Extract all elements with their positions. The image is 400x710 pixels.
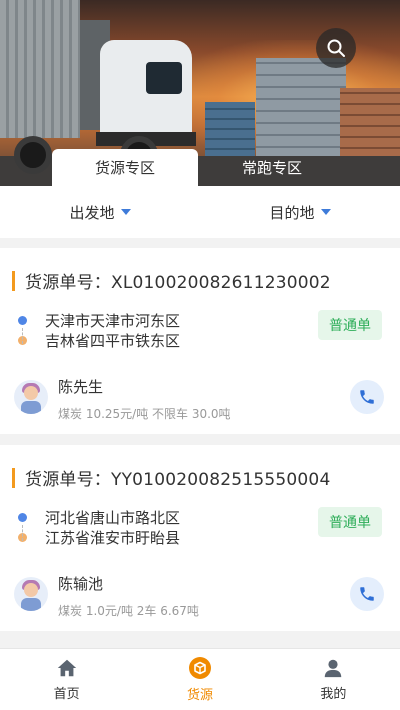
origin-text: 河北省唐山市路北区 <box>45 508 181 527</box>
cargo-card[interactable]: 货源单号：XL010020082611230002 天津市天津市河东区 吉林省四… <box>0 248 400 434</box>
filter-bar: 出发地 目的地 <box>0 186 400 238</box>
caret-down-icon <box>320 209 331 215</box>
contact-name: 陈先生 <box>58 378 104 396</box>
truck-trailer <box>0 0 80 138</box>
truck-window <box>146 62 182 94</box>
tab-regular-route-zone[interactable]: 常跑专区 <box>198 149 346 186</box>
nav-cargo[interactable]: 货源 <box>133 649 266 710</box>
title-accent-bar <box>12 467 15 488</box>
origin-dot-icon <box>18 512 27 522</box>
phone-icon <box>360 587 374 601</box>
cargo-detail: 煤炭 10.25元/吨 不限车 30.0吨 <box>58 407 231 421</box>
route-origin: 天津市天津市河东区 <box>18 310 180 330</box>
route: 河北省唐山市路北区 江苏省淮安市盱眙县 <box>18 507 180 547</box>
destination-text: 吉林省四平市铁东区 <box>45 331 181 350</box>
tab-cargo-zone[interactable]: 货源专区 <box>52 149 198 186</box>
avatar <box>14 380 48 414</box>
route: 天津市天津市河东区 吉林省四平市铁东区 <box>18 310 180 350</box>
home-icon <box>57 659 76 677</box>
order-type-badge: 普通单 <box>318 310 382 340</box>
title-accent-bar <box>12 270 15 291</box>
destination-filter[interactable]: 目的地 <box>200 186 400 238</box>
avatar <box>14 577 48 611</box>
contact-info: 陈先生 煤炭 10.25元/吨 不限车 30.0吨 <box>14 376 231 422</box>
cargo-icon <box>188 657 211 679</box>
caret-down-icon <box>120 209 131 215</box>
cargo-order-number: 货源单号：YY010020082515550004 <box>25 470 331 490</box>
call-button[interactable] <box>350 577 384 611</box>
search-icon <box>327 39 345 57</box>
zone-tabs: 货源专区 常跑专区 <box>0 149 400 186</box>
search-button[interactable] <box>316 28 356 68</box>
nav-home[interactable]: 首页 <box>0 649 133 710</box>
route-connector <box>22 525 23 541</box>
user-icon <box>325 659 342 678</box>
bottom-nav: 首页 货源 我的 <box>0 648 400 710</box>
order-type-badge: 普通单 <box>318 507 382 537</box>
nav-cargo-label: 货源 <box>186 688 213 703</box>
call-button[interactable] <box>350 380 384 414</box>
cargo-card-header: 货源单号：YY010020082515550004 <box>12 465 330 490</box>
cargo-card-header: 货源单号：XL010020082611230002 <box>12 268 331 293</box>
cargo-detail: 煤炭 1.0元/吨 2车 6.67吨 <box>58 604 199 618</box>
origin-filter-label: 出发地 <box>69 203 115 222</box>
phone-icon <box>360 390 374 404</box>
contact-info: 陈输池 煤炭 1.0元/吨 2车 6.67吨 <box>14 573 199 619</box>
destination-text: 江苏省淮安市盱眙县 <box>45 528 181 547</box>
container-stack <box>256 58 346 158</box>
route-origin: 河北省唐山市路北区 <box>18 507 180 527</box>
origin-filter[interactable]: 出发地 <box>0 186 200 238</box>
origin-text: 天津市天津市河东区 <box>45 311 181 330</box>
contact-name: 陈输池 <box>58 575 104 593</box>
container-stack <box>340 88 400 158</box>
route-connector <box>22 328 23 344</box>
nav-profile[interactable]: 我的 <box>267 649 400 710</box>
nav-profile-label: 我的 <box>320 687 347 702</box>
cargo-order-number: 货源单号：XL010020082611230002 <box>25 273 331 293</box>
destination-filter-label: 目的地 <box>269 203 315 222</box>
cargo-card[interactable]: 货源单号：YY010020082515550004 河北省唐山市路北区 江苏省淮… <box>0 445 400 631</box>
origin-dot-icon <box>18 315 27 325</box>
nav-home-label: 首页 <box>53 687 80 702</box>
route-destination: 江苏省淮安市盱眙县 <box>18 527 180 547</box>
route-destination: 吉林省四平市铁东区 <box>18 330 180 350</box>
